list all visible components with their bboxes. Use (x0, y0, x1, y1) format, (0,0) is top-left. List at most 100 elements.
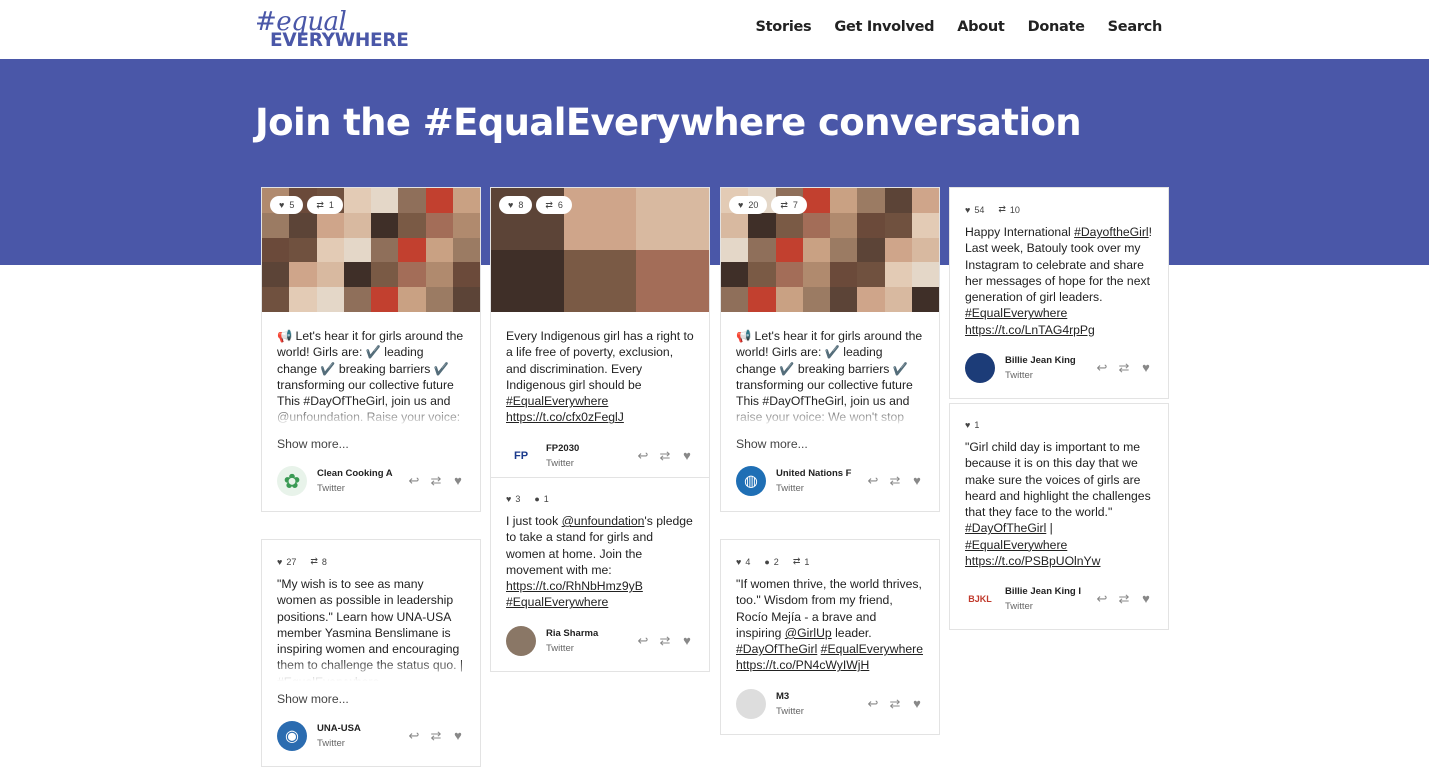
retweet-icon[interactable]: ⇄ (1117, 591, 1131, 607)
author-name[interactable]: FP2030 (546, 443, 626, 454)
reply-icon[interactable]: ↩ (866, 696, 880, 712)
reply-icon[interactable]: ↩ (1095, 360, 1109, 376)
author-name[interactable]: United Nations F (776, 468, 856, 479)
heart-icon[interactable]: ♥ (680, 633, 694, 649)
author-name[interactable]: Ria Sharma (546, 628, 626, 639)
show-more-link[interactable]: Show more... (262, 681, 480, 706)
comment-icon: ● (534, 494, 540, 504)
social-post-card: ♥ 4 ● 2 ⇄ 1 "If women thrive, the world thr… (720, 539, 940, 735)
photo-tile (262, 237, 290, 263)
avatar[interactable]: ✿ (277, 466, 307, 496)
reply-icon[interactable]: ↩ (636, 633, 650, 649)
platform-label: Twitter (776, 705, 804, 717)
author-name[interactable]: UNA-USA (317, 723, 397, 734)
hashtag-link[interactable]: #DayOfTheGirl (736, 642, 817, 656)
photo-tile (748, 287, 776, 312)
author-name[interactable]: Clean Cooking A (317, 468, 397, 479)
social-post-card: ♥ 27 ⇄ 8 "My wish is to see as many women … (261, 539, 481, 767)
avatar[interactable] (506, 625, 536, 656)
nav-search[interactable]: Search (1108, 19, 1163, 35)
heart-icon: ♥ (965, 204, 971, 215)
photo-tile (289, 287, 317, 312)
retweet-icon[interactable]: ⇄ (658, 448, 672, 464)
photo-tile (748, 212, 776, 238)
hashtag-link[interactable]: #DayoftheGirl (1074, 225, 1149, 239)
author-name[interactable]: Billie Jean King I (1005, 586, 1085, 597)
avatar[interactable]: ◉ (277, 721, 307, 751)
retweet-icon[interactable]: ⇄ (888, 473, 902, 489)
photo-tile (857, 212, 885, 238)
avatar[interactable]: FP (506, 440, 536, 471)
url-link[interactable]: https://t.co/PN4cWyIWjH (736, 658, 869, 672)
platform-label: Twitter (776, 483, 804, 494)
photo-tile (857, 262, 885, 288)
photo-tile (911, 212, 939, 238)
photo-tile (748, 262, 776, 288)
heart-icon[interactable]: ♥ (680, 448, 694, 464)
heart-icon[interactable]: ♥ (910, 473, 924, 489)
url-link[interactable]: https://t.co/LnTAG4rpPg (965, 323, 1095, 337)
mention-link[interactable]: @GirlUp (785, 626, 832, 640)
author-name[interactable]: Billie Jean King (1005, 355, 1085, 366)
retweet-icon[interactable]: ⇄ (429, 728, 443, 744)
platform-label: Twitter (317, 738, 345, 749)
heart-icon[interactable]: ♥ (1139, 591, 1153, 607)
site-logo[interactable]: #equal EVERYWHERE (255, 7, 430, 51)
url-link[interactable]: https://t.co/RhNbHmz9yB (506, 579, 643, 593)
photo-tile (398, 262, 426, 288)
heart-icon: ♥ (738, 200, 744, 210)
heart-icon[interactable]: ♥ (451, 473, 465, 489)
url-link[interactable]: https://t.co/cfx0zFeglJ (506, 410, 624, 424)
nav-stories[interactable]: Stories (756, 19, 812, 35)
photo-tile (563, 250, 637, 312)
photo-tile (371, 212, 399, 238)
retweet-icon[interactable]: ⇄ (888, 696, 902, 712)
reply-icon[interactable]: ↩ (1095, 591, 1109, 607)
post-stats: ♥ 1 (965, 420, 980, 430)
avatar[interactable]: BJKL (965, 584, 995, 615)
reply-icon[interactable]: ↩ (866, 473, 880, 489)
hashtag-link[interactable]: #EqualEverywhere (506, 595, 608, 609)
avatar[interactable]: ◍ (736, 466, 766, 496)
photo-tile (911, 262, 939, 288)
photo-tile (884, 262, 912, 288)
author-name[interactable]: M3 (776, 691, 856, 702)
mention-link[interactable]: @unfoundation (562, 514, 645, 528)
show-more-link[interactable]: Show more... (262, 426, 480, 451)
show-more-link[interactable]: Show more... (721, 426, 939, 451)
hashtag-link[interactable]: #EqualEverywhere (821, 642, 923, 656)
reply-icon[interactable]: ↩ (407, 473, 421, 489)
photo-tile (830, 188, 858, 213)
retweet-icon[interactable]: ⇄ (429, 473, 443, 489)
photo-tile (721, 262, 749, 288)
retweets-pill: ⇄ 7 (771, 196, 807, 214)
avatar[interactable] (965, 353, 995, 384)
photo-tile (316, 212, 344, 238)
hashtag-link[interactable]: #EqualEverywhere (506, 394, 608, 408)
nav-get-involved[interactable]: Get Involved (834, 19, 934, 35)
photo-tile (884, 287, 912, 312)
heart-icon[interactable]: ♥ (910, 696, 924, 712)
hashtag-link[interactable]: #EqualEverywhere (965, 306, 1067, 320)
nav-donate[interactable]: Donate (1028, 19, 1085, 35)
post-stats: ♥ 54 ⇄ 10 (965, 204, 1020, 215)
photo-tile (316, 237, 344, 263)
hashtag-link[interactable]: #EqualEverywhere (965, 538, 1067, 552)
photo-tile (775, 237, 803, 263)
reply-icon[interactable]: ↩ (407, 728, 421, 744)
retweet-icon[interactable]: ⇄ (658, 633, 672, 649)
nav-about[interactable]: About (957, 19, 1005, 35)
photo-tile (491, 250, 564, 312)
photo-tile (775, 212, 803, 238)
reply-icon[interactable]: ↩ (636, 448, 650, 464)
hashtag-link[interactable]: #DayOfTheGirl (965, 521, 1046, 535)
heart-icon[interactable]: ♥ (451, 728, 465, 744)
main-nav: Stories Get Involved About Donate Search (756, 19, 1163, 35)
post-stats-overlay: ♥ 5 ⇄ 1 (270, 196, 343, 214)
heart-icon[interactable]: ♥ (1139, 360, 1153, 376)
url-link[interactable]: https://t.co/PSBpUOlnYw (965, 554, 1100, 568)
retweet-icon: ⇄ (780, 199, 788, 210)
retweet-icon[interactable]: ⇄ (1117, 360, 1131, 376)
avatar[interactable] (736, 688, 766, 719)
photo-tile (289, 262, 317, 288)
